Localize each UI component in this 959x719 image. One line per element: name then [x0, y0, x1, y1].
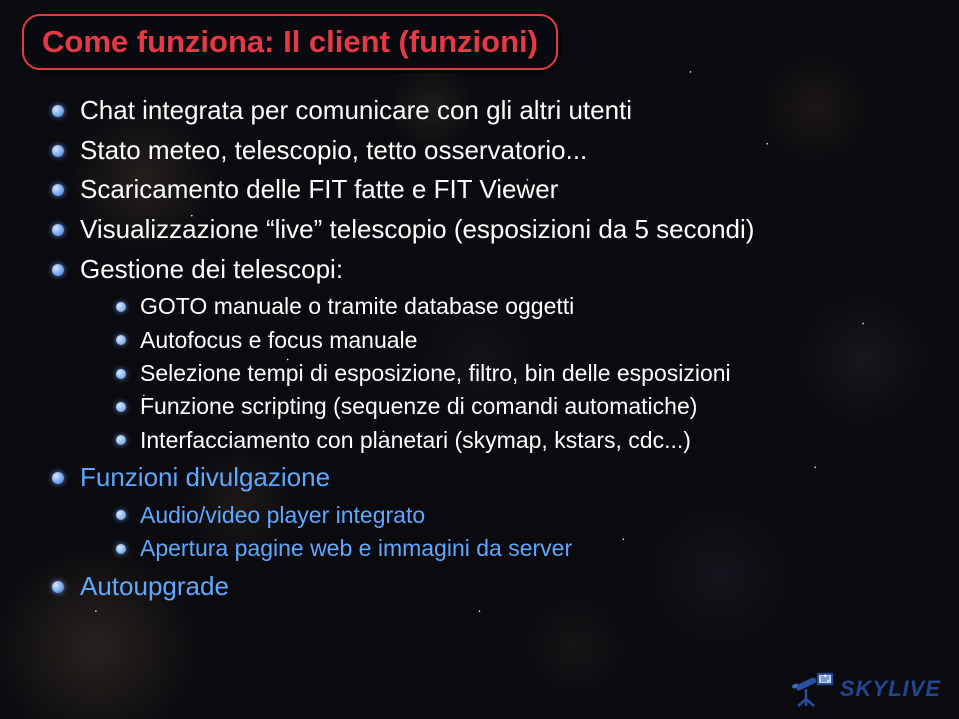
list-item: Autofocus e focus manuale — [112, 324, 919, 357]
list-item: Funzioni divulgazione Audio/video player… — [48, 459, 919, 565]
telescope-icon — [792, 671, 834, 707]
list-item-text: Apertura pagine web e immagini da server — [140, 535, 572, 561]
bullet-list-level1: Chat integrata per comunicare con gli al… — [48, 92, 919, 605]
list-item: Audio/video player integrato — [112, 499, 919, 532]
slide-content: Chat integrata per comunicare con gli al… — [48, 92, 919, 607]
list-item-text: Audio/video player integrato — [140, 502, 425, 528]
list-item: GOTO manuale o tramite database oggetti — [112, 290, 919, 323]
list-item-text: Interfacciamento con planetari (skymap, … — [140, 427, 691, 453]
list-item-text: Stato meteo, telescopio, tetto osservato… — [80, 135, 587, 165]
list-item: Funzione scripting (sequenze di comandi … — [112, 390, 919, 423]
slide-title: Come funziona: Il client (funzioni) — [42, 24, 538, 60]
list-item-text: Selezione tempi di esposizione, filtro, … — [140, 360, 731, 386]
list-item-text: Gestione dei telescopi: — [80, 254, 343, 284]
list-item: Autoupgrade — [48, 568, 919, 606]
bullet-list-level2: GOTO manuale o tramite database oggetti … — [80, 290, 919, 457]
list-item-text: Chat integrata per comunicare con gli al… — [80, 95, 632, 125]
skylive-logo: SKYLIVE — [792, 671, 941, 707]
list-item: Apertura pagine web e immagini da server — [112, 532, 919, 565]
list-item: Stato meteo, telescopio, tetto osservato… — [48, 132, 919, 170]
list-item: Interfacciamento con planetari (skymap, … — [112, 424, 919, 457]
list-item-text: Autoupgrade — [80, 571, 229, 601]
list-item: Gestione dei telescopi: GOTO manuale o t… — [48, 251, 919, 457]
list-item-text: Scaricamento delle FIT fatte e FIT Viewe… — [80, 174, 558, 204]
list-item-text: Visualizzazione “live” telescopio (espos… — [80, 214, 754, 244]
list-item: Selezione tempi di esposizione, filtro, … — [112, 357, 919, 390]
list-item-text: Autofocus e focus manuale — [140, 327, 417, 353]
list-item: Visualizzazione “live” telescopio (espos… — [48, 211, 919, 249]
bullet-list-level2: Audio/video player integrato Apertura pa… — [80, 499, 919, 566]
slide-title-box: Come funziona: Il client (funzioni) — [22, 14, 558, 70]
list-item-text: Funzione scripting (sequenze di comandi … — [140, 393, 697, 419]
list-item-text: GOTO manuale o tramite database oggetti — [140, 293, 574, 319]
list-item-text: Funzioni divulgazione — [80, 462, 330, 492]
list-item: Chat integrata per comunicare con gli al… — [48, 92, 919, 130]
list-item: Scaricamento delle FIT fatte e FIT Viewe… — [48, 171, 919, 209]
logo-text: SKYLIVE — [840, 676, 941, 702]
